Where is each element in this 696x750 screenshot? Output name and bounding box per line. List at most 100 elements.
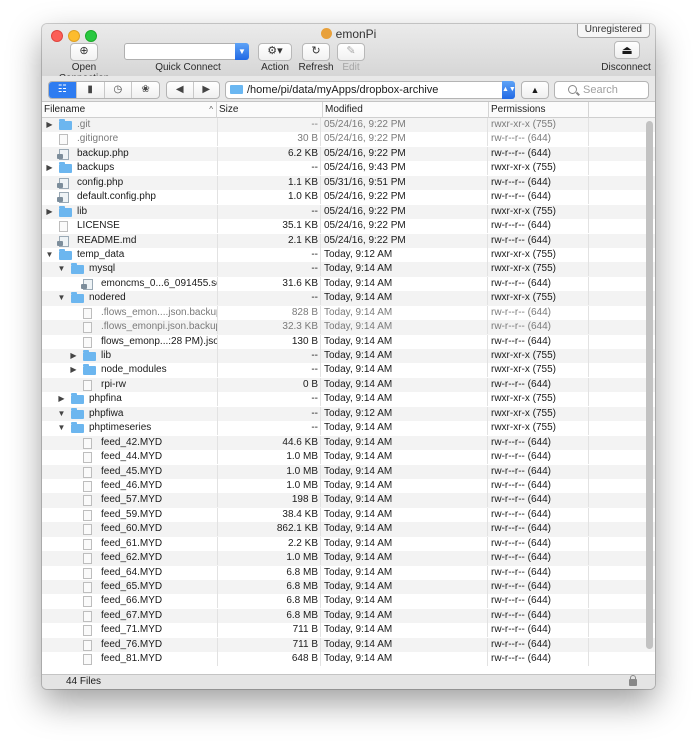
table-header: Filename ^ Size Modified Permissions [42, 102, 655, 118]
table-row[interactable]: ▼ phptimeseries -- Today, 9:14 AM rwxr-xr-x … [42, 421, 655, 436]
permissions-cell: rw-r--r-- (644) [489, 377, 589, 392]
disclosure-expanded-icon[interactable]: ▼ [57, 421, 66, 435]
table-row[interactable]: feed_67.MYD 6.8 MB Today, 9:14 AM rw-r--r--… [42, 608, 655, 624]
modified-cell: Today, 9:14 AM [323, 507, 488, 522]
filename-text: mysql [89, 263, 116, 275]
table-row[interactable]: feed_60.MYD 862.1 KB Today, 9:14 AM rw-r--r… [42, 522, 655, 537]
status-bar: 44 Files [42, 674, 655, 689]
filename-cell: .flows_emonpi.json.backup [42, 320, 217, 334]
table-row[interactable]: ▶ lib -- 05/24/16, 9:22 PM rwxr-xr-x (755) [42, 204, 655, 220]
disclosure-expanded-icon[interactable]: ▼ [57, 262, 66, 276]
document-icon [83, 437, 92, 449]
filename-cell: LICENSE [42, 219, 217, 233]
table-row[interactable]: feed_42.MYD 44.6 KB Today, 9:14 AM rw-r--r-… [42, 435, 655, 451]
bonjour-view-icon[interactable]: ❀ [132, 82, 159, 98]
column-header-modified[interactable]: Modified [323, 102, 489, 118]
size-cell: -- [217, 247, 321, 262]
table-row[interactable]: .flows_emonpi.json.backup 32.3 KB Today, 9… [42, 320, 655, 335]
document-icon [59, 221, 68, 233]
table-row[interactable]: feed_64.MYD 6.8 MB Today, 9:14 AM rw-r--r--… [42, 565, 655, 580]
table-row[interactable]: feed_57.MYD 198 B Today, 9:14 AM rw-r--r-- … [42, 493, 655, 508]
table-row[interactable]: ▶ backups -- 05/24/16, 9:43 PM rwxr-xr-x (75… [42, 161, 655, 176]
table-row[interactable]: config.php 1.1 KB 05/31/16, 9:51 PM rw-r--r… [42, 175, 655, 191]
table-row[interactable]: feed_66.MYD 6.8 MB Today, 9:14 AM rw-r--r--… [42, 594, 655, 609]
disclosure-collapsed-icon[interactable]: ▶ [57, 392, 66, 406]
table-row[interactable]: .flows_emon....json.backup 828 B Today, 9:… [42, 305, 655, 320]
quick-connect-input[interactable] [124, 43, 238, 60]
app-icon [320, 28, 332, 39]
table-row[interactable]: .gitignore 30 B 05/24/16, 9:22 PM rw-r--r--… [42, 132, 655, 147]
disclosure-expanded-icon[interactable]: ▼ [57, 291, 66, 305]
disclosure-collapsed-icon[interactable]: ▶ [45, 118, 54, 132]
table-row[interactable]: default.config.php 1.0 KB 05/24/16, 9:22 P… [42, 190, 655, 205]
table-row[interactable]: rpi-rw 0 B Today, 9:14 AM rw-r--r-- (644) [42, 377, 655, 393]
table-row[interactable]: feed_71.MYD 711 B Today, 9:14 AM rw-r--r-- … [42, 623, 655, 638]
filename-text: feed_57.MYD [101, 494, 163, 506]
table-row[interactable]: README.md 2.1 KB 05/24/16, 9:22 PM rw-r--r-… [42, 233, 655, 248]
table-row[interactable]: feed_81.MYD 648 B Today, 9:14 AM rw-r--r-- … [42, 652, 655, 667]
search-input[interactable]: Search [554, 81, 649, 99]
modified-cell: 05/24/16, 9:22 PM [323, 146, 488, 161]
table-row[interactable]: ▼ mysql -- Today, 9:14 AM rwxr-xr-x (755) [42, 262, 655, 277]
table-row[interactable]: feed_65.MYD 6.8 MB Today, 9:14 AM rw-r--r--… [42, 580, 655, 595]
script-file-icon [57, 192, 69, 204]
filename-cell: feed_42.MYD [42, 436, 217, 450]
disclosure-collapsed-icon[interactable]: ▶ [45, 161, 54, 175]
permissions-cell: rw-r--r-- (644) [489, 536, 589, 551]
column-header-filename[interactable]: Filename ^ [42, 102, 217, 118]
refresh-button[interactable]: ↻ [302, 43, 330, 61]
document-icon [83, 654, 92, 666]
disclosure-collapsed-icon[interactable]: ▶ [45, 205, 54, 219]
browser-view-icon[interactable]: ☷ [49, 82, 77, 98]
modified-cell: Today, 9:14 AM [323, 637, 488, 652]
table-row[interactable]: feed_45.MYD 1.0 MB Today, 9:14 AM rw-r--r--… [42, 464, 655, 479]
bookmark-view-icon[interactable]: ▮ [77, 82, 105, 98]
filename-text: feed_67.MYD [101, 609, 163, 621]
unregistered-badge[interactable]: Unregistered [576, 24, 650, 38]
chevron-down-icon[interactable]: ▼ [235, 43, 249, 60]
table-row[interactable]: emoncms_0...6_091455.sql 31.6 KB Today, 9:… [42, 276, 655, 291]
path-dropdown-icon[interactable]: ▲▼ [502, 81, 516, 99]
open-connection-button[interactable]: ⊕ [70, 43, 98, 61]
column-header-permissions[interactable]: Permissions [489, 102, 589, 118]
table-row[interactable]: feed_62.MYD 1.0 MB Today, 9:14 AM rw-r--r--… [42, 551, 655, 566]
edit-button[interactable]: ✎ [337, 43, 365, 61]
disclosure-collapsed-icon[interactable]: ▶ [69, 349, 78, 363]
table-row[interactable]: ▶ phpfina -- Today, 9:14 AM rwxr-xr-x (755) [42, 392, 655, 407]
table-row[interactable]: backup.php 6.2 KB 05/24/16, 9:22 PM rw-r--r… [42, 146, 655, 162]
table-row[interactable]: ▼ nodered -- Today, 9:14 AM rwxr-xr-x (755) [42, 291, 655, 306]
parent-directory-button[interactable]: ▲ [521, 81, 549, 99]
filename-text: lib [77, 205, 88, 217]
back-arrow-icon[interactable]: ◀ [167, 82, 194, 98]
table-row[interactable]: ▶ .git -- 05/24/16, 9:22 PM rwxr-xr-x (755) [42, 118, 655, 133]
table-row[interactable]: feed_61.MYD 2.2 KB Today, 9:14 AM rw-r--r--… [42, 536, 655, 551]
vertical-scrollbar[interactable] [646, 121, 653, 649]
modified-cell: 05/24/16, 9:22 PM [323, 190, 488, 205]
table-row[interactable]: feed_44.MYD 1.0 MB Today, 9:14 AM rw-r--r--… [42, 450, 655, 465]
table-row[interactable]: LICENSE 35.1 KB 05/24/16, 9:22 PM rw-r--r--… [42, 219, 655, 234]
table-row[interactable]: feed_59.MYD 38.4 KB Today, 9:14 AM rw-r--r-… [42, 507, 655, 522]
action-button[interactable]: ⚙▾ [258, 43, 292, 61]
modified-cell: Today, 9:12 AM [323, 247, 488, 262]
folder-icon [59, 119, 72, 130]
table-row[interactable]: flows_emonp...:28 PM).json 130 B Today, 9:… [42, 334, 655, 349]
table-row[interactable]: ▼ temp_data -- Today, 9:12 AM rwxr-xr-x (755… [42, 247, 655, 262]
column-header-size[interactable]: Size [217, 102, 323, 118]
filename-cell: ▶ .git [42, 118, 217, 132]
modified-cell: Today, 9:14 AM [323, 421, 488, 436]
eject-icon[interactable]: ⏏ [614, 41, 640, 59]
table-row[interactable]: feed_46.MYD 1.0 MB Today, 9:14 AM rw-r--r--… [42, 478, 655, 493]
table-row[interactable]: ▼ phpfiwa -- Today, 9:12 AM rwxr-xr-x (755) [42, 406, 655, 422]
forward-arrow-icon[interactable]: ▶ [194, 82, 220, 98]
disclosure-expanded-icon[interactable]: ▼ [45, 248, 54, 262]
disclosure-expanded-icon[interactable]: ▼ [57, 407, 66, 421]
history-view-icon[interactable]: ◷ [105, 82, 133, 98]
table-row[interactable]: ▶ lib -- Today, 9:14 AM rwxr-xr-x (755) [42, 349, 655, 364]
table-row[interactable]: ▶ node_modules -- Today, 9:14 AM rwxr-xr-x (… [42, 363, 655, 378]
modified-cell: Today, 9:14 AM [323, 623, 488, 638]
table-row[interactable]: feed_76.MYD 711 B Today, 9:14 AM rw-r--r-- … [42, 637, 655, 653]
disclosure-collapsed-icon[interactable]: ▶ [69, 363, 78, 377]
path-selector[interactable]: /home/pi/data/myApps/dropbox-archive [225, 81, 515, 99]
filename-cell: feed_65.MYD [42, 580, 217, 594]
gear-icon: ⚙▾ [267, 45, 283, 57]
